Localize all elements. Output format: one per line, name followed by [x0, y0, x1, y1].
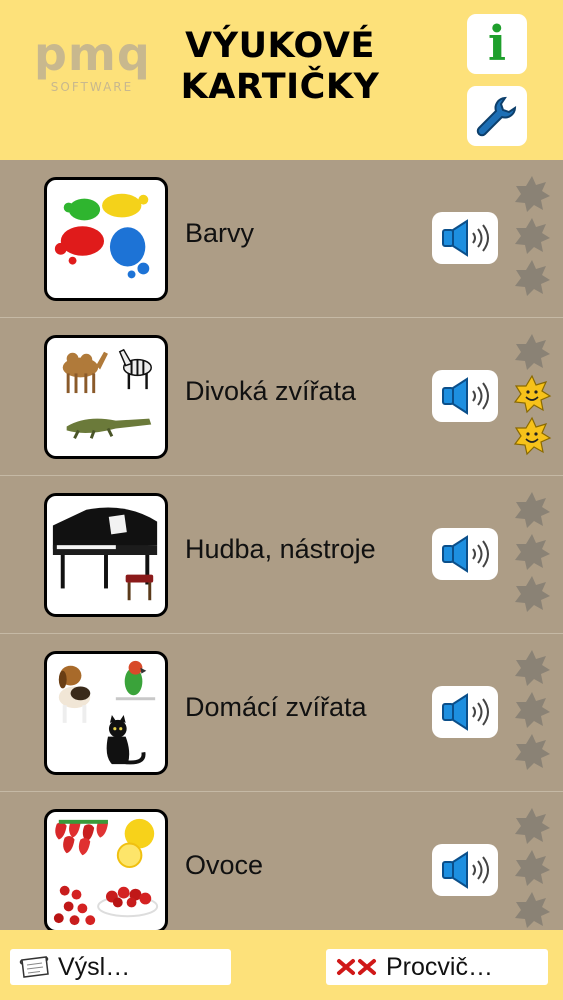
- scroll-icon: [19, 956, 49, 978]
- app-title-line1: VÝUKOVÉ: [185, 26, 375, 66]
- results-button[interactable]: Výsl…: [10, 949, 231, 985]
- wrench-icon: [476, 96, 517, 137]
- thumbnail-music: [44, 493, 168, 617]
- star-icon: [515, 892, 550, 928]
- category-label: Hudba, nástroje: [185, 534, 376, 564]
- star-icon: [515, 334, 550, 370]
- star-icon: [515, 576, 550, 612]
- thumbnail-wild-animals: [44, 335, 168, 459]
- star-icon: [515, 176, 550, 212]
- practice-label: Procvič…: [386, 952, 493, 981]
- speaker-icon: [442, 851, 489, 889]
- category-row-domaci-zvirata[interactable]: Domácí zvířata: [0, 634, 563, 792]
- category-row-divoka-zvirata[interactable]: Divoká zvířata: [0, 318, 563, 476]
- speaker-icon: [442, 535, 489, 573]
- pets-image: [58, 660, 156, 765]
- star-icon: [515, 692, 550, 728]
- star-icon: [515, 534, 550, 570]
- practice-button[interactable]: Procvič…: [326, 949, 548, 985]
- star-icon: [515, 734, 550, 770]
- category-label: Ovoce: [185, 850, 264, 880]
- rating-stars: [512, 332, 552, 458]
- star-icon: [515, 260, 550, 296]
- sound-button[interactable]: [432, 528, 498, 580]
- settings-button[interactable]: [467, 86, 527, 146]
- star-icon: [515, 808, 550, 844]
- wild-animals-image: [62, 348, 152, 439]
- app-title: VÝUKOVÉ KARTIČKY: [165, 26, 395, 108]
- paint-splash-image: [54, 193, 150, 279]
- star-icon: [515, 218, 550, 254]
- thumbnail-pets: [44, 651, 168, 775]
- category-list: Barvy Divoká zvířata Hudba, nástroje Dom…: [0, 160, 563, 930]
- rating-stars: [512, 174, 552, 300]
- logo-subtitle: SOFTWARE: [50, 80, 134, 94]
- rating-stars: [512, 806, 552, 930]
- cross-marks-icon: [337, 959, 376, 975]
- speaker-icon: [442, 377, 489, 415]
- sound-button[interactable]: [432, 212, 498, 264]
- sun-star-icon: [513, 374, 552, 414]
- thumbnail-fruit: [44, 809, 168, 930]
- category-row-ovoce[interactable]: Ovoce: [0, 792, 563, 930]
- thumbnail-colors: [44, 177, 168, 301]
- rating-stars: [512, 490, 552, 616]
- sound-button[interactable]: [432, 844, 498, 896]
- footer-toolbar: Výsl… Procvič…: [0, 930, 563, 1000]
- star-icon: [515, 650, 550, 686]
- star-icon: [515, 850, 550, 886]
- header: pmq SOFTWARE VÝUKOVÉ KARTIČKY i: [0, 0, 563, 160]
- fruit-image: [53, 818, 159, 926]
- results-label: Výsl…: [58, 952, 131, 981]
- sound-button[interactable]: [432, 370, 498, 422]
- info-icon: i: [487, 16, 507, 72]
- info-button[interactable]: i: [467, 14, 527, 74]
- category-row-hudba-nastroje[interactable]: Hudba, nástroje: [0, 476, 563, 634]
- category-row-barvy[interactable]: Barvy: [0, 160, 563, 318]
- category-label: Divoká zvířata: [185, 376, 357, 406]
- app-title-line2: KARTIČKY: [180, 67, 380, 107]
- category-label: Domácí zvířata: [185, 692, 367, 722]
- sun-star-icon: [513, 416, 552, 456]
- grand-piano-image: [52, 507, 158, 601]
- logo-text: pmq: [34, 27, 151, 81]
- speaker-icon: [442, 693, 489, 731]
- pmq-logo: pmq SOFTWARE: [34, 27, 151, 94]
- category-label: Barvy: [185, 218, 255, 248]
- rating-stars: [512, 648, 552, 774]
- speaker-icon: [442, 219, 489, 257]
- star-icon: [515, 492, 550, 528]
- sound-button[interactable]: [432, 686, 498, 738]
